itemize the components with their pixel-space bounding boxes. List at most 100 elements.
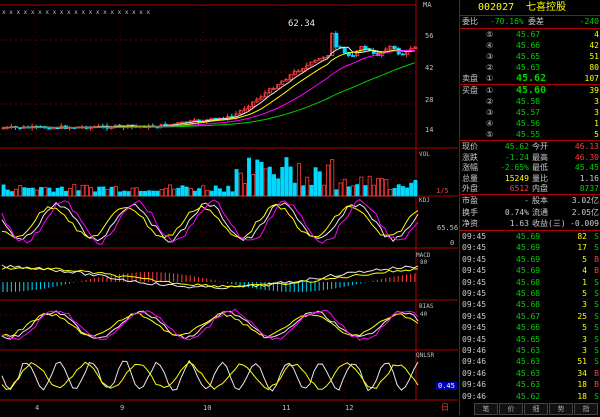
quote-value: 46.13 (574, 142, 599, 151)
tick-row: 09:45 45.69 17 S (460, 242, 600, 253)
finance-label: 股本 (532, 196, 548, 205)
volume-bar (234, 169, 239, 197)
tick-side: B (594, 254, 599, 264)
volume-bar (251, 174, 256, 197)
volume-bar (84, 184, 89, 197)
sell-volume: 80 (589, 63, 599, 72)
price-axis-label: 28 (425, 96, 433, 104)
finance-label: 收益(三) (532, 219, 566, 228)
candle-body (180, 121, 185, 124)
tick-time: 09:46 (462, 357, 487, 367)
tick-side: S (594, 243, 599, 253)
ma-label: MA (423, 1, 432, 9)
volume-bar (326, 164, 331, 197)
tick-row: 09:46 45.62 18 S (460, 391, 600, 402)
vol-scale: 1/5 (436, 187, 449, 195)
tick-price: 45.63 (516, 380, 541, 390)
candle-body (209, 117, 214, 120)
tick-row: 09:45 45.68 1 S (460, 277, 600, 288)
tick-side: S (594, 391, 599, 401)
sell-level-row: 卖盘 ① 45.62 107 (460, 73, 600, 84)
buy-level: ③ (486, 108, 494, 117)
volume-bar (76, 190, 81, 197)
sell-volume: 51 (589, 52, 599, 61)
volume-bar (267, 166, 272, 197)
candle-body (305, 64, 310, 69)
candle-body (47, 127, 52, 130)
volume-bar (375, 178, 380, 197)
finance-label: 流通 (532, 207, 548, 217)
tick-row: 09:45 45.69 5 B (460, 254, 600, 265)
tick-time: 09:46 (462, 346, 487, 355)
order-diff-value: -240 (579, 17, 599, 26)
volume-bar (238, 172, 243, 197)
price-axis-label: 42 (425, 64, 433, 72)
candle-body (309, 61, 314, 66)
macd-scale: 80 (420, 259, 428, 266)
tick-time: 09:46 (462, 391, 487, 401)
period-label[interactable]: 日 (441, 402, 449, 413)
volume-bar (72, 183, 77, 197)
finance-label: 净资 (462, 219, 478, 228)
stock-name: 七喜控股 (526, 2, 566, 13)
buy-level-row: ③ 45.57 3 (460, 107, 600, 118)
sell-label: 卖盘 (462, 74, 478, 83)
bias-scale: 40 (420, 311, 428, 318)
quote-value: -2.65% (500, 163, 529, 172)
volume-bar (271, 174, 276, 197)
buy-volume: 1 (594, 119, 599, 128)
volume-bar (355, 184, 360, 197)
tick-price: 45.69 (516, 243, 541, 253)
candle-body (321, 56, 326, 59)
tick-side: S (594, 232, 599, 241)
quote-value: -1.24 (504, 152, 529, 162)
bias-line-3 (1, 308, 419, 342)
volume-bar (80, 184, 85, 197)
tab-4[interactable]: 指 (574, 403, 598, 415)
volume-bar (176, 187, 181, 197)
tick-time: 09:45 (462, 334, 487, 344)
quote-label: 外盘 (462, 184, 478, 193)
volume-bar (59, 186, 64, 197)
price-axis-label: 14 (425, 126, 433, 134)
candle-body (392, 46, 397, 49)
tab-2[interactable]: 细 (524, 403, 548, 415)
buy-volume: 3 (594, 108, 599, 117)
candle-body (255, 98, 260, 103)
tick-time: 09:45 (462, 243, 487, 253)
finance-row: 换手 0.74% 流通 2.05亿 (460, 207, 600, 218)
candle-body (263, 92, 268, 98)
volume-bar (43, 186, 48, 197)
tab-3[interactable]: 势 (549, 403, 573, 415)
tick-volume: 3 (582, 334, 587, 344)
volume-bar (130, 187, 135, 197)
tick-price: 45.67 (516, 311, 541, 321)
candle-body (284, 78, 289, 82)
tick-row: 09:45 45.69 82 S (460, 231, 600, 242)
kline-chart-area[interactable]: 56 42 28 14 4 9 10 11 12 80 40 x x x x x x x x x x… (0, 0, 458, 415)
high-price-label: 62.34 (288, 19, 316, 29)
tick-price: 45.68 (516, 289, 541, 298)
tick-time: 09:45 (462, 254, 487, 264)
kdj-value-low: 0 (450, 239, 455, 247)
kdj-d-line (1, 203, 419, 239)
volume-bar (105, 189, 110, 197)
volume-bar (147, 190, 152, 197)
buy-level-row: 买盘 ① 45.60 39 (460, 85, 600, 96)
stock-header: 002027 七喜控股 (460, 1, 600, 15)
tick-row: 09:45 45.68 3 S (460, 299, 600, 310)
volume-bar (363, 185, 368, 197)
volume-bar (64, 190, 68, 197)
tick-volume: 82 (577, 232, 587, 241)
volume-bar (180, 185, 185, 197)
quote-row: 总量 15249 量比 1.16 (460, 173, 600, 184)
tick-time: 09:45 (462, 232, 487, 241)
buy-level: ⑤ (486, 130, 494, 139)
tab-1[interactable]: 价 (499, 403, 523, 415)
volume-bar (334, 189, 339, 197)
tab-0[interactable]: 笔 (474, 403, 498, 415)
volume-bar (126, 191, 131, 197)
buy-volume: 39 (589, 86, 599, 95)
kline-chart[interactable]: 56 42 28 14 4 9 10 11 12 80 40 (0, 0, 458, 415)
candle-body (288, 74, 293, 80)
